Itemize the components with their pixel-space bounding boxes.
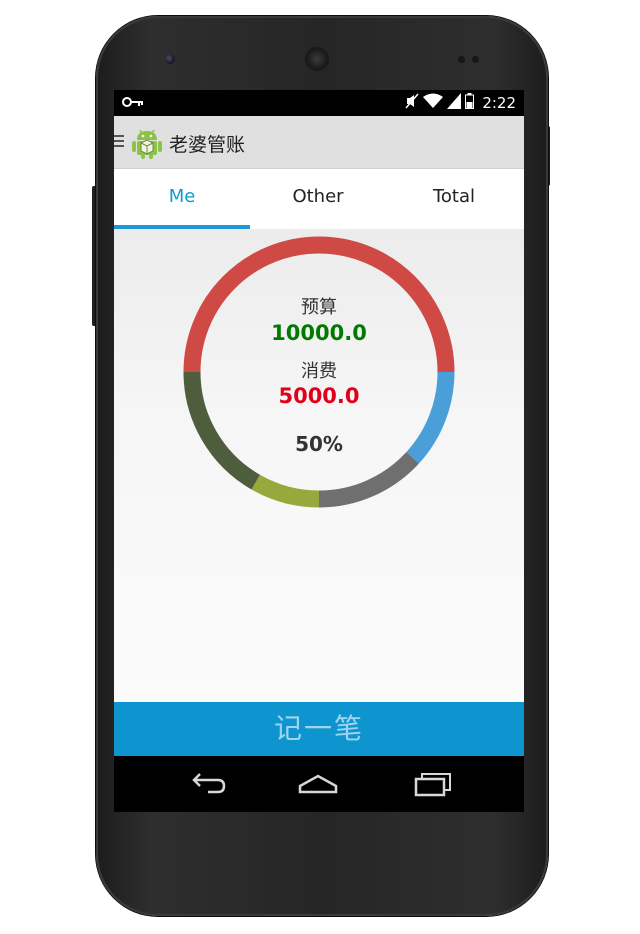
tab-bar: Me Other Total	[114, 169, 524, 229]
percent-value: 50%	[295, 432, 343, 456]
key-icon	[122, 96, 144, 112]
wifi-icon	[423, 93, 444, 113]
budget-value: 10000.0	[271, 321, 367, 345]
battery-icon	[465, 93, 475, 113]
front-camera	[165, 54, 175, 64]
recents-icon[interactable]	[410, 770, 454, 798]
ring-segment-2	[318, 451, 419, 508]
light-sensor	[472, 56, 479, 63]
app-title: 老婆管账	[169, 134, 246, 156]
screen: 2:22 老婆管账 Me Other Total 预算 10000.0 消费 5…	[114, 90, 524, 812]
tab-other[interactable]: Other	[250, 169, 386, 229]
signal-icon	[447, 93, 462, 113]
spent-value: 5000.0	[278, 384, 360, 408]
tab-total[interactable]: Total	[386, 169, 522, 229]
proximity-sensor	[458, 56, 465, 63]
budget-label: 预算	[301, 297, 337, 318]
menu-icon[interactable]	[114, 132, 126, 150]
mute-icon	[405, 93, 419, 113]
status-bar: 2:22	[114, 90, 524, 116]
action-bar: 老婆管账	[114, 116, 524, 169]
back-icon[interactable]	[184, 770, 228, 798]
home-icon[interactable]	[296, 770, 340, 798]
content-area: 预算 10000.0 消费 5000.0 50%	[114, 229, 524, 702]
spent-label: 消费	[301, 361, 337, 382]
android-app-icon[interactable]	[130, 126, 164, 160]
navigation-bar	[114, 756, 524, 812]
tab-me[interactable]: Me	[114, 169, 250, 229]
earpiece-speaker	[305, 47, 329, 71]
record-entry-button[interactable]: 记一笔	[114, 702, 524, 756]
ring-segment-3	[251, 474, 320, 508]
status-time: 2:22	[482, 94, 516, 112]
budget-ring-chart: 预算 10000.0 消费 5000.0 50%	[182, 235, 456, 509]
